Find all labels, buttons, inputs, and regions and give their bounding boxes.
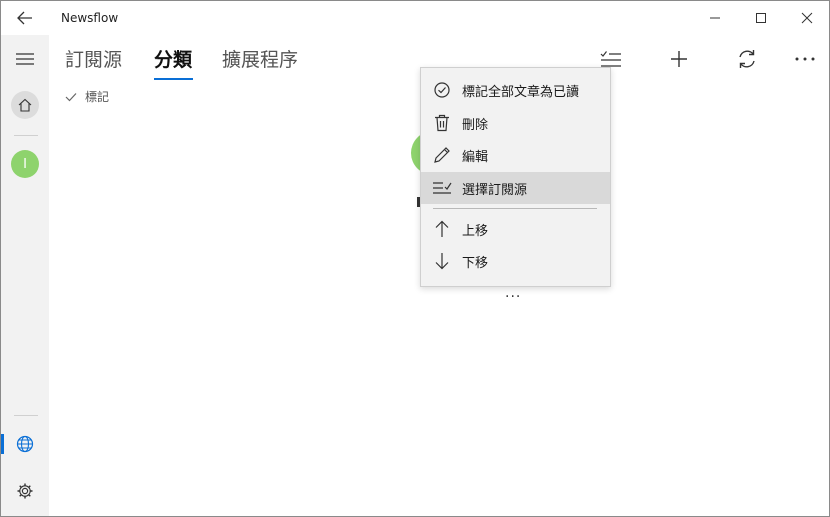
selection-indicator <box>1 434 4 454</box>
menu-item-label: 上移 <box>462 223 489 239</box>
arrow-left-icon <box>17 11 32 25</box>
menu-item-move-up[interactable]: 上移 <box>421 213 610 245</box>
pencil-icon <box>432 145 452 165</box>
check-circle-icon <box>432 80 452 100</box>
menu-item-label: 下移 <box>462 255 489 271</box>
more-icon <box>795 57 815 61</box>
navigation-rail: I <box>1 35 49 516</box>
mark-label: 標記 <box>85 90 110 104</box>
trash-icon <box>432 113 452 133</box>
active-tab-underline <box>154 78 193 80</box>
avatar: I <box>11 150 39 178</box>
menu-item-delete[interactable]: 刪除 <box>421 107 610 139</box>
arrow-down-icon <box>432 251 452 271</box>
tab-extensions[interactable]: 擴展程序 <box>222 45 298 72</box>
feed-avatar-button[interactable]: I <box>7 146 43 182</box>
menu-item-select-feeds[interactable]: 選擇訂閱源 <box>421 172 610 204</box>
menu-item-mark-all-read[interactable]: 標記全部文章為已讀 <box>421 74 610 106</box>
back-button[interactable] <box>11 7 39 29</box>
globe-button[interactable] <box>7 426 43 462</box>
app-title: Newsflow <box>61 11 119 25</box>
maximize-button[interactable] <box>741 7 781 29</box>
home-highlight <box>11 91 39 119</box>
menu-item-label: 編輯 <box>462 149 489 165</box>
refresh-icon <box>739 50 755 68</box>
menu-item-label: 標記全部文章為已讀 <box>462 84 580 100</box>
minimize-icon <box>710 17 720 19</box>
minimize-button[interactable] <box>695 7 735 29</box>
tab-categories[interactable]: 分類 <box>154 45 192 72</box>
menu-item-move-down[interactable]: 下移 <box>421 245 610 277</box>
globe-icon <box>16 435 34 453</box>
maximize-icon <box>756 13 766 23</box>
select-list-icon <box>432 178 452 198</box>
menu-item-label: 選擇訂閱源 <box>462 182 528 198</box>
plus-icon <box>671 51 687 67</box>
hamburger-icon <box>16 53 34 65</box>
checkmark-icon <box>65 92 77 101</box>
menu-item-edit[interactable]: 編輯 <box>421 139 610 171</box>
arrow-up-icon <box>432 219 452 239</box>
close-button[interactable] <box>787 7 827 29</box>
home-icon <box>18 98 32 112</box>
app-window: Newsflow I 訂閱源 分類 擴展程序 標記 ... 標記全部文章為已讀 … <box>0 0 830 517</box>
category-card-more-button[interactable]: ... <box>505 285 521 301</box>
rail-divider <box>14 135 38 136</box>
more-button[interactable] <box>787 41 823 77</box>
refresh-button[interactable] <box>729 41 765 77</box>
context-menu: 標記全部文章為已讀 刪除 編輯 選擇訂閱源 上移 下移 <box>420 67 611 287</box>
select-list-icon <box>600 51 621 67</box>
add-button[interactable] <box>661 41 697 77</box>
home-button[interactable] <box>7 87 43 123</box>
rail-divider-bottom <box>14 415 38 416</box>
tab-feeds[interactable]: 訂閱源 <box>65 45 122 72</box>
menu-button[interactable] <box>7 41 43 77</box>
menu-separator <box>433 208 597 209</box>
menu-item-label: 刪除 <box>462 117 489 133</box>
gear-icon <box>17 483 33 499</box>
mark-action[interactable]: 標記 <box>65 88 109 105</box>
close-icon <box>801 12 813 24</box>
title-bar: Newsflow <box>1 1 829 35</box>
settings-button[interactable] <box>7 473 43 509</box>
